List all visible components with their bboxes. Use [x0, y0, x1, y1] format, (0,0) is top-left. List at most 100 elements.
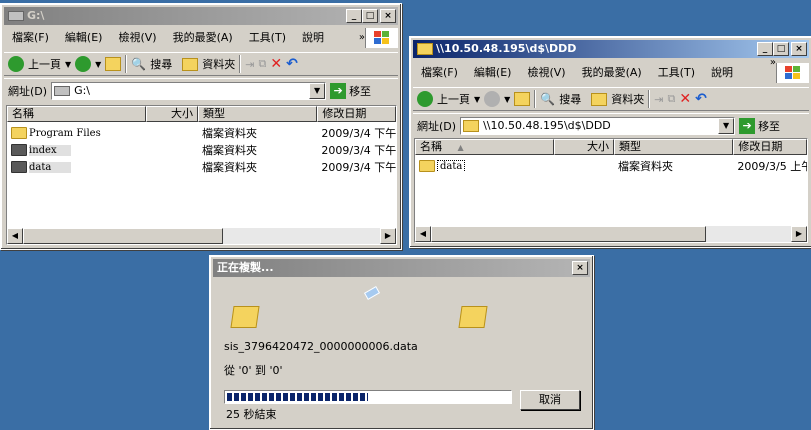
list-header: 名稱 ▲ 大小 類型 修改日期 — [415, 139, 807, 155]
up-folder-icon[interactable] — [105, 57, 122, 71]
maximize-button[interactable]: □ — [773, 42, 789, 56]
col-size-header[interactable]: 大小 — [554, 139, 614, 155]
address-value: \\10.50.48.195\d$\DDD — [483, 119, 611, 132]
menu-favorites[interactable]: 我的最愛(A) — [165, 31, 241, 44]
menu-view[interactable]: 檢視(V) — [110, 31, 164, 44]
search-button-label[interactable]: 搜尋 — [559, 91, 581, 107]
dialog-titlebar[interactable]: 正在複製... × — [213, 259, 590, 277]
close-button[interactable]: × — [791, 42, 807, 56]
menu-view[interactable]: 檢視(V) — [519, 66, 573, 79]
minimize-button[interactable]: _ — [757, 42, 773, 56]
copy-to-icon[interactable]: ⧉ — [258, 57, 266, 71]
file-date: 2009/3/4 下午 0 — [321, 160, 397, 174]
move-to-icon[interactable]: ⇥ — [654, 93, 663, 106]
scroll-right-icon[interactable]: ▶ — [380, 228, 396, 244]
copy-progress-bar — [224, 390, 512, 404]
back-arrow-icon[interactable] — [8, 56, 24, 72]
table-row[interactable]: data 檔案資料夾 2009/3/4 下午 0 — [7, 158, 396, 175]
folder-icon — [11, 144, 27, 156]
left-toolbar: 上一頁 ▼ ▼ 🔍 搜尋 資料夾 ⇥ ⧉ ✕ ↶ — [4, 52, 398, 76]
menu-tools[interactable]: 工具(T) — [650, 66, 703, 79]
col-size-header[interactable]: 大小 — [146, 106, 199, 122]
dialog-close-button[interactable]: × — [572, 261, 588, 275]
address-dropdown-button[interactable]: ▼ — [718, 117, 735, 134]
windows-logo-icon — [365, 28, 398, 48]
menu-help[interactable]: 說明 — [294, 31, 332, 44]
scroll-left-icon[interactable]: ◀ — [7, 228, 23, 244]
close-button[interactable]: × — [380, 9, 396, 23]
file-type: 檔案資料夾 — [202, 160, 258, 174]
col-name-header[interactable]: 名稱 — [7, 106, 147, 122]
file-name: data — [29, 162, 72, 173]
menu-help[interactable]: 說明 — [703, 66, 741, 79]
menu-tools[interactable]: 工具(T) — [241, 31, 294, 44]
chevron-down-icon[interactable]: ▼ — [65, 60, 71, 69]
search-button-label[interactable]: 搜尋 — [150, 56, 172, 72]
up-folder-icon[interactable] — [514, 92, 531, 106]
left-window-titlebar[interactable]: G:\ _ □ × — [4, 7, 398, 25]
menu-favorites[interactable]: 我的最愛(A) — [574, 66, 650, 79]
maximize-button[interactable]: □ — [362, 9, 378, 23]
go-button[interactable]: ➔ 移至 — [739, 117, 780, 134]
left-menubar: 檔案(F) 編輯(E) 檢視(V) 我的最愛(A) 工具(T) 說明 — [4, 28, 398, 48]
dialog-title: 正在複製... — [217, 261, 274, 274]
chevron-down-icon[interactable]: ▼ — [95, 60, 101, 69]
forward-arrow-icon[interactable] — [484, 91, 501, 107]
col-type-header[interactable]: 類型 — [614, 139, 734, 155]
back-arrow-icon[interactable] — [417, 91, 433, 107]
copy-progress-dialog: 正在複製... × sis_3796420472_0000000006.data… — [209, 255, 594, 430]
horizontal-scrollbar[interactable]: ◀ ▶ — [415, 226, 807, 242]
delete-x-icon[interactable]: ✕ — [270, 56, 282, 72]
file-type: 檔案資料夾 — [202, 126, 258, 140]
scroll-left-icon[interactable]: ◀ — [415, 226, 431, 242]
back-button-label[interactable]: 上一頁 — [28, 56, 61, 72]
address-input[interactable]: \\10.50.48.195\d$\DDD ▼ — [460, 116, 736, 135]
col-date-header[interactable]: 修改日期 — [733, 139, 807, 155]
delete-x-icon[interactable]: ✕ — [679, 91, 691, 107]
forward-arrow-icon[interactable] — [75, 56, 92, 72]
copy-to-icon[interactable]: ⧉ — [667, 92, 675, 106]
go-button-label: 移至 — [349, 84, 372, 98]
table-row[interactable]: Program Files 檔案資料夾 2009/3/4 下午 0 — [7, 124, 396, 141]
folder-icon — [11, 127, 27, 139]
cancel-button[interactable]: 取消 — [520, 390, 580, 410]
copy-from-to: 從 '0' 到 '0' — [224, 364, 283, 377]
folders-icon[interactable] — [591, 92, 608, 106]
folders-button-label[interactable]: 資料夾 — [202, 56, 235, 72]
col-date-header[interactable]: 修改日期 — [317, 106, 396, 122]
go-arrow-icon: ➔ — [330, 82, 347, 99]
left-address-bar: 網址(D) G:\ ▼ ➔ 移至 — [4, 78, 398, 102]
move-to-icon[interactable]: ⇥ — [245, 58, 254, 71]
col-type-header[interactable]: 類型 — [198, 106, 318, 122]
search-icon[interactable]: 🔍 — [131, 57, 146, 71]
address-input[interactable]: G:\ ▼ — [51, 81, 327, 100]
table-row[interactable]: data 檔案資料夾 2009/3/5 上午 — [415, 157, 807, 174]
right-address-bar: 網址(D) \\10.50.48.195\d$\DDD ▼ ➔ 移至 — [413, 113, 809, 137]
chevron-down-icon[interactable]: ▼ — [474, 95, 480, 104]
undo-icon[interactable]: ↶ — [286, 56, 298, 72]
file-type: 檔案資料夾 — [202, 143, 258, 157]
chevron-down-icon[interactable]: ▼ — [504, 95, 510, 104]
folders-icon[interactable] — [182, 57, 199, 71]
back-button-label[interactable]: 上一頁 — [437, 91, 470, 107]
search-icon[interactable]: 🔍 — [540, 92, 555, 106]
scroll-thumb[interactable] — [431, 226, 706, 242]
menu-edit[interactable]: 編輯(E) — [57, 31, 111, 44]
horizontal-scrollbar[interactable]: ◀ ▶ — [7, 228, 396, 244]
scroll-thumb[interactable] — [23, 228, 223, 244]
menu-edit[interactable]: 編輯(E) — [466, 66, 520, 79]
right-window-titlebar[interactable]: \\10.50.48.195\d$\DDD _ □ × — [413, 40, 809, 58]
go-button[interactable]: ➔ 移至 — [330, 82, 372, 99]
folders-button-label[interactable]: 資料夾 — [611, 91, 644, 107]
menu-file[interactable]: 檔案(F) — [413, 66, 466, 79]
toolbar-divider — [125, 55, 128, 73]
col-name-header[interactable]: 名稱 ▲ — [415, 139, 555, 155]
address-dropdown-button[interactable]: ▼ — [309, 82, 326, 99]
minimize-button[interactable]: _ — [346, 9, 362, 23]
destination-folder-icon — [458, 306, 488, 328]
scroll-right-icon[interactable]: ▶ — [791, 226, 807, 242]
menu-file[interactable]: 檔案(F) — [4, 31, 57, 44]
table-row[interactable]: index 檔案資料夾 2009/3/4 下午 0 — [7, 141, 396, 158]
undo-icon[interactable]: ↶ — [695, 91, 707, 107]
copy-filename: sis_3796420472_0000000006.data — [224, 340, 418, 353]
